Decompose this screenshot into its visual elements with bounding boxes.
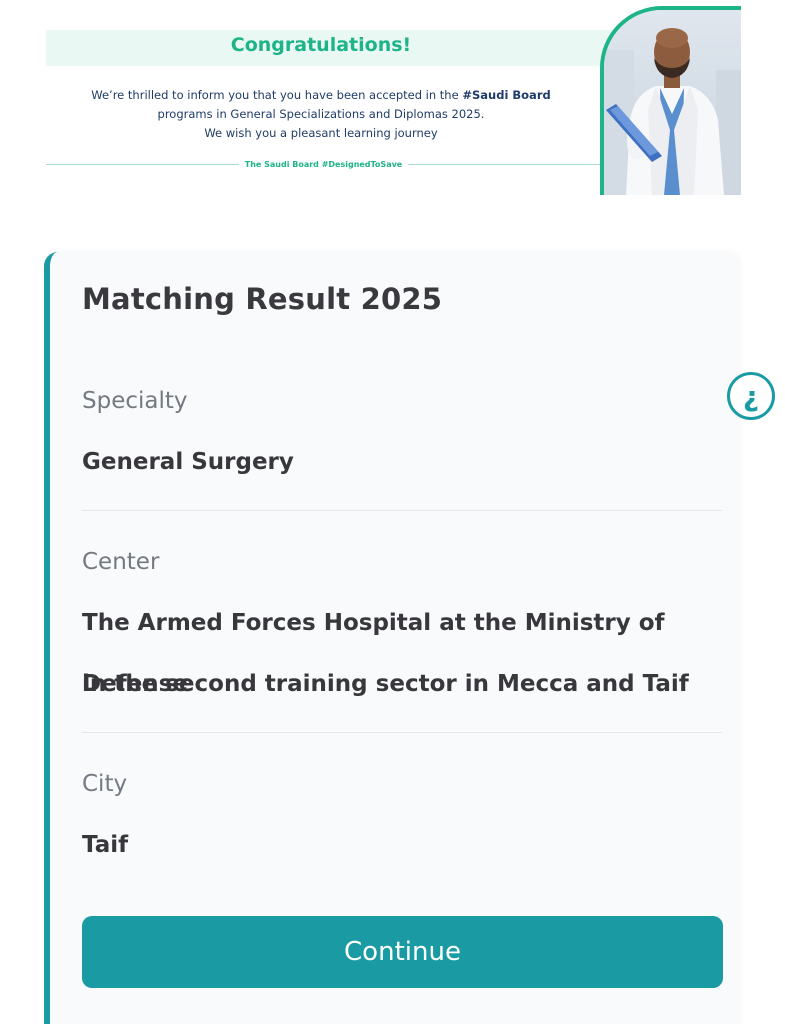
specialty-label: Specialty: [82, 388, 188, 414]
center-label: Center: [82, 549, 160, 575]
center-value-line-2: in the second training sector in Mecca a…: [82, 671, 689, 697]
city-label: City: [82, 771, 128, 797]
banner-title: Congratulations!: [230, 34, 412, 56]
divider: [82, 732, 722, 733]
page: Congratulations! We’re thrilled to infor…: [0, 0, 785, 1024]
matching-result-card: Matching Result 2025 Specialty General S…: [44, 252, 741, 1024]
doctor-illustration: [604, 10, 741, 195]
banner-divider-left: [46, 163, 239, 165]
banner-message-line-2: programs in General Specializations and …: [157, 107, 485, 121]
help-icon[interactable]: ¿: [727, 372, 775, 420]
specialty-value: General Surgery: [82, 449, 294, 475]
congratulations-banner: Congratulations! We’re thrilled to infor…: [0, 0, 785, 215]
divider: [82, 510, 722, 511]
banner-message-line-1: We’re thrilled to inform you that you ha…: [91, 88, 551, 102]
city-value: Taif: [82, 832, 129, 858]
banner-message-line-3: We wish you a pleasant learning journey: [204, 126, 438, 140]
banner-divider-right: [408, 163, 601, 165]
banner-tagline-row: The Saudi Board #DesignedToSave: [46, 156, 601, 172]
banner-message: We’re thrilled to inform you that you ha…: [46, 86, 596, 143]
doctor-photo: [600, 6, 741, 195]
banner-tagline: The Saudi Board #DesignedToSave: [244, 159, 403, 169]
continue-button[interactable]: Continue: [82, 916, 723, 988]
card-title: Matching Result 2025: [82, 282, 443, 316]
